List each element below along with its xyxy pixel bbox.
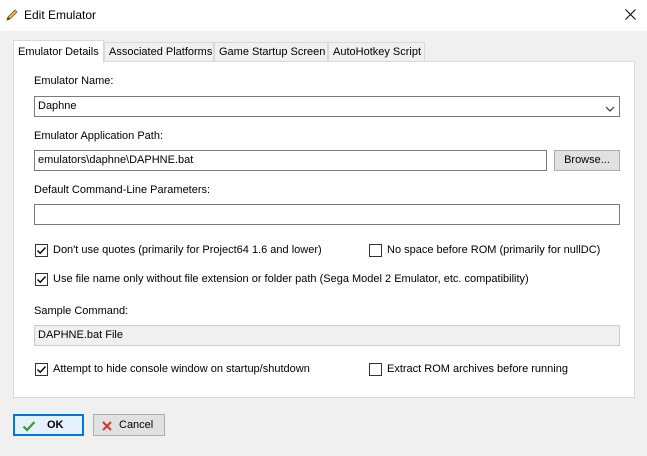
ok-button[interactable]: OK — [13, 414, 84, 436]
hide-console-checkbox[interactable] — [35, 363, 48, 376]
emulator-name-combobox[interactable]: Daphne — [34, 96, 620, 117]
emulator-name-value: Daphne — [38, 100, 77, 112]
cancel-label: Cancel — [119, 419, 154, 431]
params-label: Default Command-Line Parameters: — [34, 184, 211, 196]
ok-label: OK — [47, 419, 64, 431]
emulator-path-input[interactable]: emulators\daphne\DAPHNE.bat — [34, 150, 547, 171]
title-bar: Edit Emulator — [0, 0, 647, 31]
tab-label: Associated Platforms — [109, 46, 213, 58]
tab-label: AutoHotkey Script — [333, 46, 422, 58]
file-name-only-checkbox[interactable] — [35, 273, 48, 286]
tab-associated-platforms[interactable]: Associated Platforms — [104, 42, 214, 61]
browse-label: Browse... — [564, 154, 610, 166]
hide-console-label: Attempt to hide console window on startu… — [53, 363, 310, 375]
sample-command-label: Sample Command: — [34, 305, 129, 317]
emulator-path-label: Emulator Application Path: — [34, 130, 164, 142]
tab-autohotkey-script[interactable]: AutoHotkey Script — [328, 42, 425, 61]
tab-emulator-details[interactable]: Emulator Details — [13, 40, 104, 63]
no-quotes-label: Don't use quotes (primarily for Project6… — [53, 244, 322, 256]
pencil-icon — [5, 8, 19, 22]
no-quotes-checkbox[interactable] — [35, 244, 48, 257]
window-title: Edit Emulator — [24, 8, 97, 22]
close-button[interactable] — [613, 0, 647, 31]
emulator-name-label: Emulator Name: — [34, 75, 114, 87]
x-icon — [100, 419, 114, 433]
sample-command-value: DAPHNE.bat File — [38, 329, 123, 341]
no-space-checkbox[interactable] — [369, 244, 382, 257]
chevron-down-icon — [605, 102, 615, 112]
emulator-path-value: emulators\daphne\DAPHNE.bat — [38, 154, 194, 166]
extract-rom-checkbox[interactable] — [369, 363, 382, 376]
tab-label: Emulator Details — [18, 46, 99, 58]
no-space-label: No space before ROM (primarily for nullD… — [387, 244, 601, 256]
browse-button[interactable]: Browse... — [554, 150, 620, 171]
close-icon — [624, 8, 636, 23]
sample-command-field: DAPHNE.bat File — [34, 325, 620, 346]
cancel-button[interactable]: Cancel — [93, 414, 165, 436]
checkmark-icon — [22, 419, 36, 433]
params-input[interactable] — [34, 204, 620, 225]
tab-label: Game Startup Screen — [219, 46, 326, 58]
file-name-only-label: Use file name only without file extensio… — [53, 273, 529, 285]
extract-rom-label: Extract ROM archives before running — [387, 363, 568, 375]
emulator-details-panel: Emulator Name: Daphne Emulator Applicati… — [13, 61, 635, 398]
tab-game-startup-screen[interactable]: Game Startup Screen — [214, 42, 328, 61]
